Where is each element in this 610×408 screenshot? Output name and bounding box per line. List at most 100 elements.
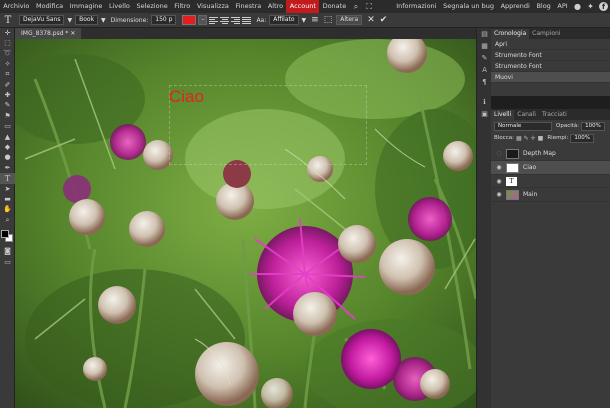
lock-pixels-icon[interactable]: ▦ — [516, 135, 522, 142]
menu-modifica[interactable]: Modifica — [33, 0, 67, 13]
align-center-icon[interactable] — [220, 16, 230, 25]
alter-button[interactable]: Altera — [336, 15, 363, 25]
history-item[interactable]: Apri — [491, 39, 610, 50]
menu-livello[interactable]: Livello — [106, 0, 133, 13]
tab-tracciati[interactable]: Tracciati — [539, 110, 570, 120]
swatches-panel-icon[interactable]: ▦ — [477, 40, 492, 52]
dropdown-arrow-icon[interactable]: ▼ — [302, 17, 307, 24]
lock-move-icon[interactable]: ✛ — [531, 135, 536, 142]
layer-row[interactable]: ◉ Main — [491, 188, 610, 202]
dropdown-arrow-icon[interactable]: ▼ — [101, 17, 106, 24]
size-label: Dimensione: — [110, 16, 149, 24]
commit-icon[interactable]: ✔ — [380, 15, 388, 25]
lasso-tool-icon[interactable]: ➰ — [0, 49, 15, 59]
twitter-icon[interactable]: ✦ — [584, 0, 597, 13]
align-right-icon[interactable] — [231, 16, 241, 25]
character-panel-icon[interactable]: A — [477, 64, 492, 76]
visibility-icon[interactable]: ◉ — [494, 178, 504, 185]
menu-filtro[interactable]: Filtro — [171, 0, 194, 13]
menu-selezione[interactable]: Selezione — [133, 0, 171, 13]
history-item-selected[interactable]: Muovi — [491, 72, 610, 83]
path-select-icon[interactable]: ➤ — [0, 184, 15, 194]
justify-icon[interactable] — [242, 16, 252, 25]
type-tool-icon[interactable]: T — [0, 173, 15, 184]
tab-livelli[interactable]: Livelli — [491, 110, 515, 120]
paint-bucket-icon[interactable]: ▲ — [0, 132, 15, 142]
text-color-swatch[interactable] — [182, 15, 197, 25]
facebook-icon[interactable]: f — [599, 2, 608, 11]
menu-informazioni[interactable]: Informazioni — [393, 0, 440, 13]
tab-cronologia[interactable]: Cronologia — [491, 29, 530, 39]
menu-finestra[interactable]: Finestra — [232, 0, 264, 13]
menu-archivio[interactable]: Archivio — [0, 0, 33, 13]
font-family-select[interactable]: DejaVu Sans — [19, 15, 65, 25]
lock-paint-icon[interactable]: ✎ — [524, 135, 529, 142]
blur-tool-icon[interactable]: ◆ — [0, 142, 15, 152]
brush-tool-icon[interactable]: ✎ — [0, 101, 15, 111]
crop-tool-icon[interactable]: ⌗ — [0, 70, 15, 80]
shape-tool-icon[interactable]: ▬ — [0, 194, 15, 204]
layer-row[interactable]: ○ Depth Map — [491, 147, 610, 161]
size-input[interactable]: 150 p — [151, 15, 177, 25]
menu-visualizza[interactable]: Visualizza — [194, 0, 233, 13]
menu-apprendi[interactable]: Apprendi — [497, 0, 533, 13]
magic-wand-icon[interactable]: ✧ — [0, 59, 15, 69]
eraser-tool-icon[interactable]: ▭ — [0, 122, 15, 132]
eyedropper-icon[interactable]: ✐ — [0, 80, 15, 90]
info-panel-icon[interactable]: ℹ — [477, 96, 492, 108]
menu-donate[interactable]: Donate — [319, 0, 349, 13]
pen-tool-icon[interactable]: ✒ — [0, 163, 15, 173]
cancel-icon[interactable]: ✕ — [367, 15, 375, 25]
visibility-icon[interactable]: ◉ — [494, 191, 504, 198]
history-panel-icon[interactable]: ▤ — [477, 28, 492, 40]
image-canvas[interactable]: Ciao — [15, 39, 476, 408]
hand-tool-icon[interactable]: ✋ — [0, 205, 15, 215]
font-style-select[interactable]: Book — [75, 15, 99, 25]
menu-blog[interactable]: Blog — [533, 0, 554, 13]
layer-name: Main — [523, 191, 538, 198]
zoom-tool-icon[interactable]: ⌕ — [0, 215, 15, 225]
foreground-color[interactable] — [1, 230, 9, 239]
panel-icon-column: ▤ ▦ ✎ A ¶ ℹ ▣ — [476, 28, 491, 408]
quick-mask-icon[interactable]: ◙ — [0, 246, 15, 256]
antialias-label: Aa: — [256, 16, 267, 24]
document-tab[interactable]: IMG_8378.psd * ✕ — [15, 28, 82, 39]
tab-canali[interactable]: Canali — [514, 110, 539, 120]
fullscreen-icon[interactable]: ⛶ — [363, 0, 376, 13]
reddit-icon[interactable]: ● — [571, 0, 584, 13]
brush-panel-icon[interactable]: ✎ — [477, 52, 492, 64]
paragraph-panel-icon[interactable]: ¶ — [477, 76, 492, 88]
search-icon[interactable]: ⌕ — [350, 0, 363, 13]
visibility-icon[interactable]: ○ — [494, 150, 504, 157]
healing-brush-icon[interactable]: ✚ — [0, 90, 15, 100]
history-item[interactable]: Strumento Font — [491, 61, 610, 72]
history-item[interactable]: Strumento Font — [491, 50, 610, 61]
fill-input[interactable]: 100% — [570, 133, 595, 143]
tab-campioni[interactable]: Campioni — [529, 29, 563, 39]
layer-row[interactable]: ◉ T — [491, 175, 610, 188]
layer-row-selected[interactable]: ◉ Ciao — [491, 161, 610, 175]
visibility-icon[interactable]: ◉ — [494, 164, 504, 171]
dodge-tool-icon[interactable]: ● — [0, 153, 15, 163]
warp-text-icon[interactable]: ≡ — [311, 15, 319, 25]
image-panel-icon[interactable]: ▣ — [477, 108, 492, 120]
canvas-text-layer[interactable]: Ciao — [169, 87, 204, 107]
clone-stamp-icon[interactable]: ⚑ — [0, 111, 15, 121]
antialias-select[interactable]: Affilato — [269, 15, 299, 25]
opacity-input[interactable]: 100% — [581, 121, 605, 131]
text-bounds-icon[interactable]: ⬚ — [324, 15, 333, 25]
menu-api[interactable]: API — [554, 0, 571, 13]
toggle-panel-button[interactable]: – — [198, 15, 208, 25]
align-left-icon[interactable] — [209, 16, 219, 25]
blend-mode-select[interactable]: Normale — [494, 121, 552, 131]
menu-segnala-bug[interactable]: Segnala un bug — [440, 0, 497, 13]
menu-account[interactable]: Account — [286, 0, 320, 13]
lock-all-icon[interactable]: ■ — [538, 135, 544, 142]
marquee-tool-icon[interactable]: ⬚ — [0, 38, 15, 48]
screen-mode-icon[interactable]: ▭ — [0, 257, 15, 267]
document-tabs: IMG_8378.psd * ✕ — [15, 28, 476, 39]
dropdown-arrow-icon[interactable]: ▼ — [67, 17, 72, 24]
menu-altro[interactable]: Altro — [265, 0, 287, 13]
move-tool-icon[interactable]: ✛ — [0, 28, 15, 38]
menu-immagine[interactable]: Immagine — [66, 0, 105, 13]
